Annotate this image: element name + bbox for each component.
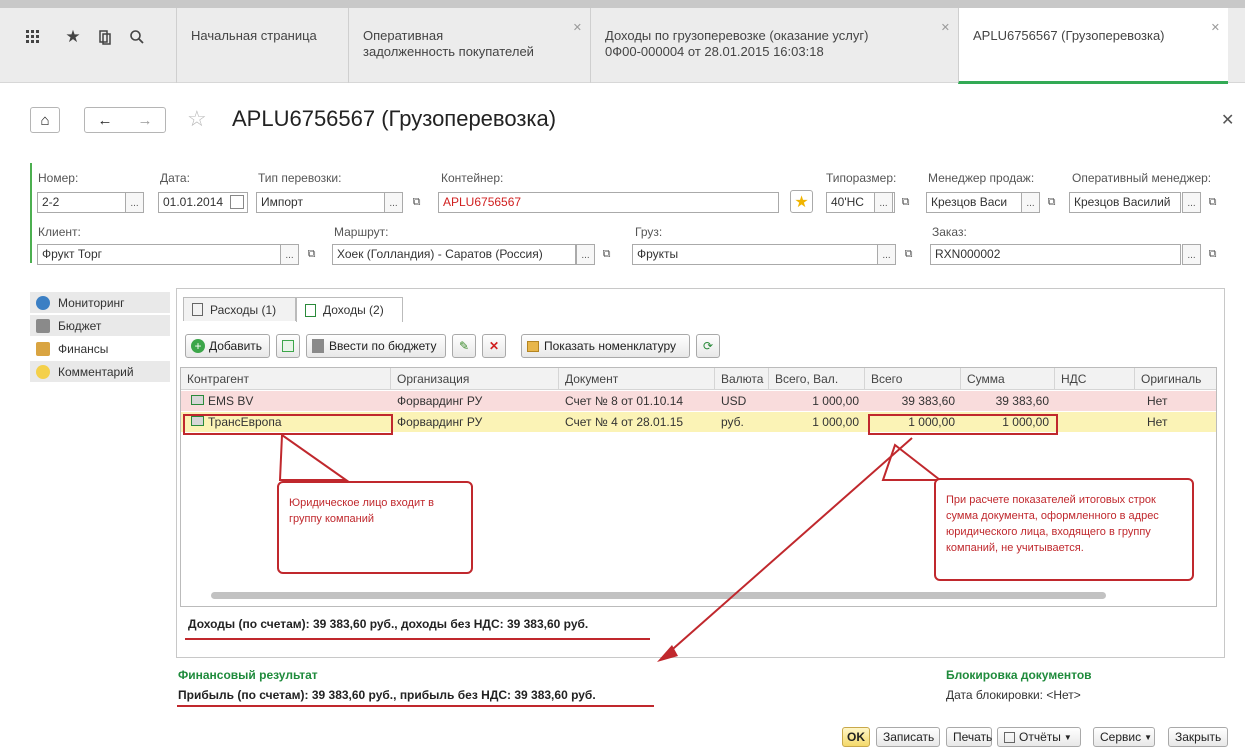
save-button[interactable]: Записать [876, 727, 940, 747]
reports-button[interactable]: Отчёты ▼ [997, 727, 1081, 747]
service-button[interactable]: Сервис ▼ [1093, 727, 1155, 747]
service-label: Сервис [1100, 730, 1142, 744]
callout-right: При расчете показателей итоговых строк с… [934, 478, 1194, 581]
report-icon [1004, 731, 1015, 743]
close-button[interactable]: Закрыть [1168, 727, 1228, 747]
print-button[interactable]: Печать [946, 727, 992, 747]
arrow-line [665, 437, 913, 656]
callout-pointer-right [881, 443, 943, 481]
callout-left: Юридическое лицо входит в группу компани… [277, 481, 473, 574]
ok-button[interactable]: OK [842, 727, 870, 747]
chevron-down-icon: ▼ [1144, 732, 1153, 742]
annotation-arrows [278, 433, 943, 662]
chevron-down-icon: ▼ [1063, 732, 1072, 742]
reports-label: Отчёты [1019, 730, 1061, 744]
callout-pointer-left [278, 433, 350, 481]
